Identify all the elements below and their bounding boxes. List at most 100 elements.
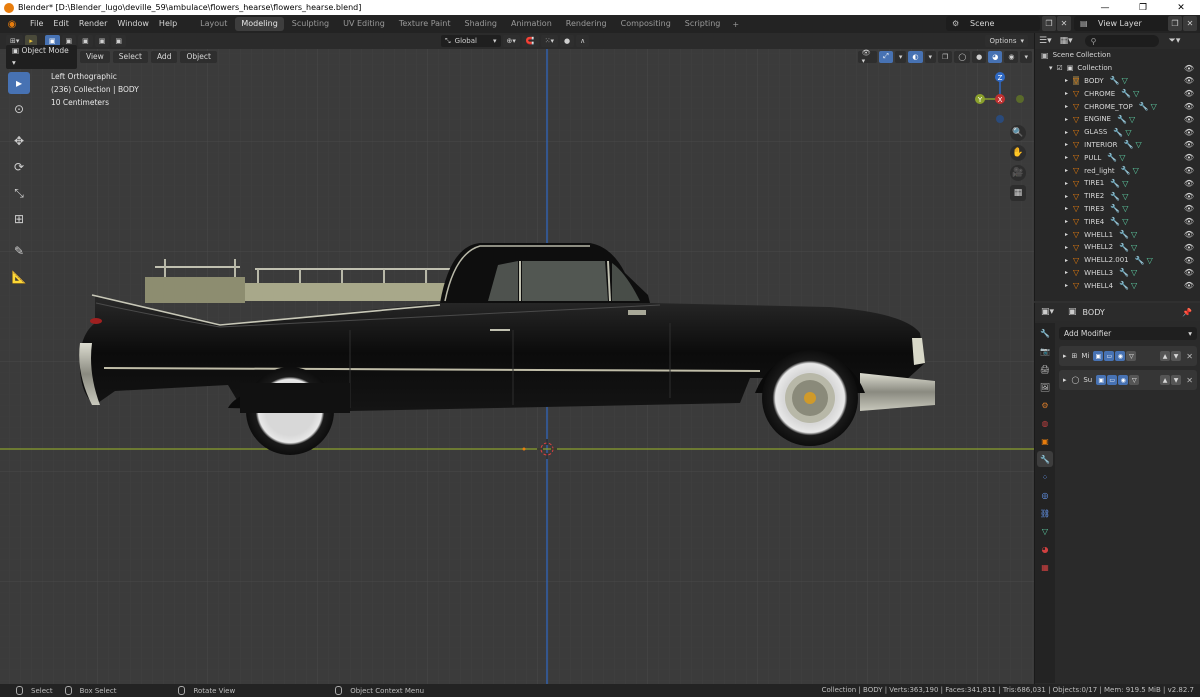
- cage-toggle-icon[interactable]: ▽: [1126, 351, 1137, 361]
- tab-compositing[interactable]: Compositing: [615, 17, 677, 31]
- pan-hand-icon[interactable]: ✋: [1010, 145, 1026, 161]
- expand-arrow-icon[interactable]: ▸: [1065, 193, 1068, 200]
- expand-arrow-icon[interactable]: ▸: [1065, 167, 1068, 174]
- display-mode-icon[interactable]: ▦▾: [1060, 36, 1073, 46]
- outliner-object-row[interactable]: ▸ ▽ BODY 🔧 ▽ 👁: [1035, 75, 1200, 88]
- eye-icon[interactable]: 👁: [1184, 128, 1194, 137]
- eye-icon[interactable]: 👁: [1184, 166, 1194, 175]
- eye-icon[interactable]: 👁: [1184, 268, 1194, 277]
- move-tool[interactable]: ✥: [8, 130, 30, 152]
- object-label[interactable]: TIRE3: [1084, 205, 1104, 213]
- outliner-object-row[interactable]: ▸ ▽ WHELL4 🔧 ▽ 👁: [1035, 279, 1200, 292]
- mesh-data-icon[interactable]: ▽: [1129, 115, 1135, 124]
- select-mode-intersect-button[interactable]: ▣: [111, 35, 127, 47]
- new-view-layer-button[interactable]: ❐: [1168, 16, 1182, 31]
- mesh-data-icon[interactable]: ▽: [1122, 204, 1128, 213]
- new-scene-button[interactable]: ❐: [1042, 16, 1056, 31]
- filter-icon[interactable]: ⏷▾: [1169, 36, 1181, 46]
- object-label[interactable]: TIRE1: [1084, 179, 1104, 187]
- camera-view-icon[interactable]: 🎥: [1010, 165, 1026, 181]
- material-properties-tab[interactable]: ◕: [1037, 541, 1053, 557]
- outliner-object-row[interactable]: ▸ ▽ GLASS 🔧 ▽ 👁: [1035, 126, 1200, 139]
- outliner-object-row[interactable]: ▸ ▽ INTERIOR 🔧 ▽ 👁: [1035, 139, 1200, 152]
- expand-arrow-icon[interactable]: ▸: [1065, 129, 1068, 136]
- expand-arrow-icon[interactable]: ▸: [1065, 218, 1068, 225]
- object-label[interactable]: ENGINE: [1084, 115, 1111, 123]
- move-down-icon[interactable]: ▼: [1171, 375, 1181, 385]
- mesh-data-icon[interactable]: ▽: [1119, 153, 1125, 162]
- render-toggle-icon[interactable]: ◉: [1115, 351, 1126, 361]
- checkbox-icon[interactable]: ☑: [1057, 64, 1063, 72]
- minimize-button[interactable]: —: [1086, 0, 1124, 15]
- outliner-object-row[interactable]: ▸ ▽ WHELL3 🔧 ▽ 👁: [1035, 267, 1200, 280]
- render-properties-tab[interactable]: 📷: [1037, 343, 1053, 359]
- delete-scene-button[interactable]: ✕: [1057, 16, 1071, 31]
- gizmo-toggle-button[interactable]: ⤢: [879, 50, 893, 63]
- shading-wireframe-button[interactable]: ◯: [954, 50, 971, 63]
- expand-arrow-icon[interactable]: ▸: [1065, 244, 1068, 251]
- pin-icon[interactable]: 📌: [1182, 308, 1192, 317]
- modifier-wrench-icon[interactable]: 🔧: [1107, 153, 1117, 162]
- modifier-wrench-icon[interactable]: 🔧: [1110, 179, 1120, 188]
- tab-uv-editing[interactable]: UV Editing: [337, 17, 391, 31]
- expand-arrow-icon[interactable]: ▸: [1065, 116, 1068, 123]
- modifier-row-subdivision[interactable]: ▸ ◯ Su ▣ ▭ ◉ ▽ ▲ ▼ ✕: [1059, 370, 1197, 390]
- outliner-object-row[interactable]: ▸ ▽ TIRE4 🔧 ▽ 👁: [1035, 215, 1200, 228]
- xray-toggle-button[interactable]: ❐: [938, 50, 953, 63]
- cursor-tool[interactable]: ⊙: [8, 98, 30, 120]
- eye-icon[interactable]: 👁: [1184, 204, 1194, 213]
- visibility-button[interactable]: 👁▾: [857, 49, 878, 65]
- view-layer-selector[interactable]: ▤ View Layer: [1074, 16, 1180, 31]
- annotate-tool[interactable]: ✎: [8, 240, 30, 262]
- object-label[interactable]: WHELL3: [1084, 269, 1113, 277]
- object-label[interactable]: WHELL2: [1084, 243, 1113, 251]
- modifier-wrench-icon[interactable]: 🔧: [1110, 76, 1120, 85]
- scene-collection-row[interactable]: ▣ Scene Collection: [1035, 49, 1200, 62]
- object-label[interactable]: GLASS: [1084, 128, 1107, 136]
- edit-mode-toggle-icon[interactable]: ▣: [1096, 375, 1107, 385]
- view-layer-properties-tab[interactable]: 🖼: [1037, 379, 1053, 395]
- tab-animation[interactable]: Animation: [505, 17, 558, 31]
- expand-arrow-icon[interactable]: ▸: [1065, 141, 1068, 148]
- menu-object[interactable]: Object: [180, 50, 217, 63]
- tab-modeling[interactable]: Modeling: [235, 17, 284, 31]
- modifier-row-mirror[interactable]: ▸ ⊞ Mi ▣ ▭ ◉ ▽ ▲ ▼ ✕: [1059, 346, 1197, 366]
- expand-arrow-icon[interactable]: ▸: [1065, 90, 1068, 97]
- outliner-object-row[interactable]: ▸ ▽ TIRE3 🔧 ▽ 👁: [1035, 203, 1200, 216]
- overlay-toggle-button[interactable]: ◐: [908, 50, 923, 63]
- outliner-object-row[interactable]: ▸ ▽ red_light 🔧 ▽ 👁: [1035, 164, 1200, 177]
- transform-tool[interactable]: ⊞: [8, 208, 30, 230]
- eye-icon[interactable]: 👁: [1184, 217, 1194, 226]
- outliner-object-row[interactable]: ▸ ▽ CHROME 🔧 ▽ 👁: [1035, 87, 1200, 100]
- mesh-data-icon[interactable]: ▽: [1122, 217, 1128, 226]
- gizmo-menu-button[interactable]: ▾: [894, 50, 907, 63]
- eye-icon[interactable]: 👁: [1184, 76, 1194, 85]
- expand-arrow-icon[interactable]: ▸: [1065, 205, 1068, 212]
- object-label[interactable]: WHELL4: [1084, 282, 1113, 290]
- shading-material-button[interactable]: ◕: [988, 50, 1003, 63]
- outliner-object-row[interactable]: ▸ ▽ CHROME_TOP 🔧 ▽ 👁: [1035, 100, 1200, 113]
- modifier-wrench-icon[interactable]: 🔧: [1121, 166, 1131, 175]
- outliner-object-row[interactable]: ▸ ▽ PULL 🔧 ▽ 👁: [1035, 151, 1200, 164]
- menu-help[interactable]: Help: [154, 15, 182, 33]
- eye-icon[interactable]: 👁: [1184, 140, 1194, 149]
- modifier-name[interactable]: Mi: [1081, 352, 1089, 360]
- data-properties-tab[interactable]: ▽: [1037, 523, 1053, 539]
- menu-file[interactable]: File: [25, 15, 48, 33]
- close-button[interactable]: ✕: [1162, 0, 1200, 15]
- select-mode-invert-button[interactable]: ▣: [94, 35, 110, 47]
- select-mode-subtract-button[interactable]: ▣: [78, 35, 93, 47]
- mesh-data-icon[interactable]: ▽: [1122, 192, 1128, 201]
- shading-rendered-button[interactable]: ◉: [1004, 50, 1019, 63]
- eye-icon[interactable]: 👁: [1184, 102, 1194, 111]
- eye-icon[interactable]: 👁: [1184, 179, 1194, 188]
- modifier-wrench-icon[interactable]: 🔧: [1113, 128, 1123, 137]
- modifier-properties-tab[interactable]: 🔧: [1037, 451, 1053, 467]
- eye-icon[interactable]: 👁: [1184, 115, 1194, 124]
- expand-arrow-icon[interactable]: ▸: [1065, 257, 1068, 264]
- particles-properties-tab[interactable]: ⁘: [1037, 469, 1053, 485]
- remove-modifier-icon[interactable]: ✕: [1186, 376, 1193, 385]
- proportional-editing-button[interactable]: ●: [560, 35, 575, 47]
- transform-orientation-dropdown[interactable]: ⤡ Global ▾: [441, 35, 501, 47]
- menu-add[interactable]: Add: [150, 50, 178, 63]
